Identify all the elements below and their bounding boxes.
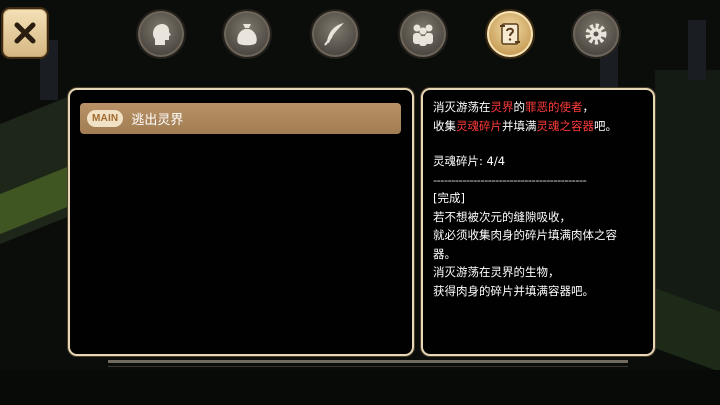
bag-icon — [237, 24, 257, 46]
tab-settings[interactable] — [571, 9, 621, 59]
close-x-icon — [14, 22, 36, 44]
quest-description-line: 器。 — [433, 246, 456, 261]
divider-line: ----------------------------------------… — [433, 172, 587, 187]
quest-description-line: 若不想被次元的缝隙吸收， — [433, 209, 571, 224]
tab-party[interactable] — [398, 9, 448, 59]
gear-icon — [585, 23, 607, 45]
party-icon — [413, 24, 433, 46]
quest-description-line: 获得肉身的碎片并填满容器吧。 — [433, 283, 594, 298]
quest-title: 逃出灵界 — [131, 113, 184, 128]
close-button[interactable] — [1, 7, 49, 59]
tab-skills[interactable] — [310, 9, 360, 59]
objective-line-2: 收集灵魂碎片并填满灵魂之容器吧。 — [433, 118, 617, 133]
tab-quest[interactable] — [485, 9, 535, 59]
tab-character[interactable] — [136, 9, 186, 59]
quest-scroll-icon — [500, 23, 520, 45]
tab-inventory[interactable] — [222, 9, 272, 59]
quest-progress: 灵魂碎片: 4/4 — [433, 154, 506, 168]
main-quest-badge: MAIN — [87, 110, 124, 127]
quest-description-line: 消灭游荡在灵界的生物， — [433, 265, 560, 279]
quest-list-item[interactable]: MAIN 逃出灵界 — [80, 103, 401, 134]
quest-status: [完成] — [433, 191, 465, 205]
head-profile-icon — [153, 23, 171, 45]
quest-description-line: 就必须收集肉身的碎片填满肉体之容 — [433, 228, 617, 242]
quest-detail-text: 消灭游荡在灵界的罪恶的使者， 收集灵魂碎片并填满灵魂之容器吧。 灵魂碎片: 4/… — [433, 98, 648, 300]
quest-detail-panel: 消灭游荡在灵界的罪恶的使者， 收集灵魂碎片并填满灵魂之容器吧。 灵魂碎片: 4/… — [421, 88, 655, 356]
objective-line-1: 消灭游荡在灵界的罪恶的使者， — [433, 100, 594, 114]
feather-skill-icon — [324, 23, 344, 46]
quest-list-panel: MAIN 逃出灵界 — [68, 88, 414, 356]
